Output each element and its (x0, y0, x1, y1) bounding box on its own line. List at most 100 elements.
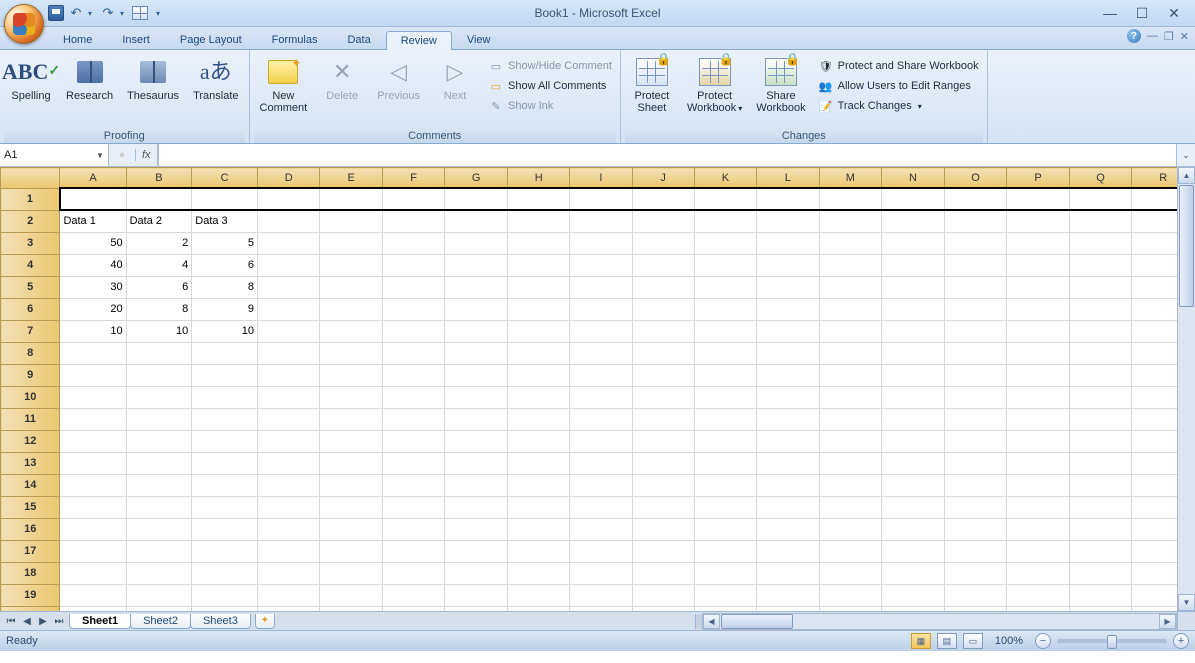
row-header-2[interactable]: 2 (1, 210, 60, 232)
cell-J11[interactable] (632, 408, 694, 430)
cell-I8[interactable] (570, 342, 632, 364)
cell-E18[interactable] (320, 562, 382, 584)
cell-P19[interactable] (1007, 584, 1069, 606)
cell-E1[interactable] (320, 188, 382, 210)
row-header-17[interactable]: 17 (1, 540, 60, 562)
cell-A8[interactable] (60, 342, 126, 364)
cell-F11[interactable] (382, 408, 444, 430)
cell-J3[interactable] (632, 232, 694, 254)
table-icon[interactable] (132, 5, 148, 21)
cell-P4[interactable] (1007, 254, 1069, 276)
translate-button[interactable]: aあ Translate (187, 52, 244, 102)
col-header-I[interactable]: I (570, 168, 632, 189)
cell-F3[interactable] (382, 232, 444, 254)
cell-E14[interactable] (320, 474, 382, 496)
cell-K15[interactable] (694, 496, 756, 518)
cell-I11[interactable] (570, 408, 632, 430)
cell-H15[interactable] (507, 496, 570, 518)
cell-K4[interactable] (694, 254, 756, 276)
cell-D18[interactable] (257, 562, 320, 584)
page-break-view-button[interactable]: ▭ (963, 633, 983, 649)
cell-L4[interactable] (757, 254, 819, 276)
scroll-right[interactable]: ▶ (1159, 614, 1176, 629)
cell-E9[interactable] (320, 364, 382, 386)
cell-A9[interactable] (60, 364, 126, 386)
cell-L1[interactable] (757, 188, 819, 210)
cell-A18[interactable] (60, 562, 126, 584)
cell-D10[interactable] (257, 386, 320, 408)
allow-users-button[interactable]: 👥Allow Users to Edit Ranges (814, 76, 983, 96)
maximize-button[interactable]: ☐ (1135, 6, 1149, 20)
cell-I12[interactable] (570, 430, 632, 452)
cell-Q6[interactable] (1069, 298, 1132, 320)
col-header-M[interactable]: M (819, 168, 882, 189)
share-workbook-button[interactable]: Share Workbook (750, 52, 811, 114)
cell-C10[interactable] (192, 386, 258, 408)
undo-icon[interactable]: ↶ (68, 5, 84, 21)
cell-C19[interactable] (192, 584, 258, 606)
cell-D9[interactable] (257, 364, 320, 386)
tab-view[interactable]: View (452, 30, 506, 49)
thesaurus-button[interactable]: Thesaurus (121, 52, 185, 102)
cell-O9[interactable] (944, 364, 1007, 386)
cell-O7[interactable] (944, 320, 1007, 342)
cell-H8[interactable] (507, 342, 570, 364)
undo-dropdown[interactable]: ▾ (88, 9, 96, 18)
cell-H3[interactable] (507, 232, 570, 254)
cell-F1[interactable] (382, 188, 444, 210)
cell-I14[interactable] (570, 474, 632, 496)
qat-customize[interactable]: ▾ (156, 9, 164, 18)
cell-M18[interactable] (819, 562, 882, 584)
cell-J19[interactable] (632, 584, 694, 606)
cell-K6[interactable] (694, 298, 756, 320)
cell-A19[interactable] (60, 584, 126, 606)
redo-icon[interactable]: ↷ (100, 5, 116, 21)
cell-C15[interactable] (192, 496, 258, 518)
cell-M15[interactable] (819, 496, 882, 518)
cell-Q14[interactable] (1069, 474, 1132, 496)
cell-A6[interactable]: 20 (60, 298, 126, 320)
cell-M1[interactable] (819, 188, 882, 210)
cell-D14[interactable] (257, 474, 320, 496)
cell-I16[interactable] (570, 518, 632, 540)
tab-data[interactable]: Data (332, 30, 385, 49)
cell-J16[interactable] (632, 518, 694, 540)
cell-J9[interactable] (632, 364, 694, 386)
cell-D4[interactable] (257, 254, 320, 276)
expand-formula-bar[interactable]: ⌄ (1176, 144, 1195, 166)
cell-K13[interactable] (694, 452, 756, 474)
cell-D3[interactable] (257, 232, 320, 254)
cell-D7[interactable] (257, 320, 320, 342)
cell-C16[interactable] (192, 518, 258, 540)
cell-C7[interactable]: 10 (192, 320, 258, 342)
minimize-button[interactable]: — (1103, 6, 1117, 20)
horizontal-scrollbar[interactable]: ◀ ▶ (702, 613, 1177, 630)
cell-A15[interactable] (60, 496, 126, 518)
cell-G17[interactable] (445, 540, 508, 562)
cell-A10[interactable] (60, 386, 126, 408)
cell-D16[interactable] (257, 518, 320, 540)
cell-O4[interactable] (944, 254, 1007, 276)
cell-O1[interactable] (944, 188, 1007, 210)
row-header-7[interactable]: 7 (1, 320, 60, 342)
help-icon[interactable]: ? (1127, 29, 1141, 43)
cell-F19[interactable] (382, 584, 444, 606)
cell-H11[interactable] (507, 408, 570, 430)
office-button[interactable] (4, 4, 44, 44)
cell-M17[interactable] (819, 540, 882, 562)
cell-A1[interactable] (60, 188, 126, 210)
cell-I3[interactable] (570, 232, 632, 254)
cell-O12[interactable] (944, 430, 1007, 452)
cell-L8[interactable] (757, 342, 819, 364)
cell-F2[interactable] (382, 210, 444, 232)
cell-O11[interactable] (944, 408, 1007, 430)
col-header-G[interactable]: G (445, 168, 508, 189)
cell-D8[interactable] (257, 342, 320, 364)
scroll-down[interactable]: ▼ (1178, 594, 1195, 611)
cell-I9[interactable] (570, 364, 632, 386)
scroll-left[interactable]: ◀ (703, 614, 720, 629)
col-header-B[interactable]: B (126, 168, 192, 189)
sheet-tab-sheet2[interactable]: Sheet2 (130, 614, 191, 629)
zoom-in-button[interactable]: + (1173, 633, 1189, 649)
cell-G14[interactable] (445, 474, 508, 496)
